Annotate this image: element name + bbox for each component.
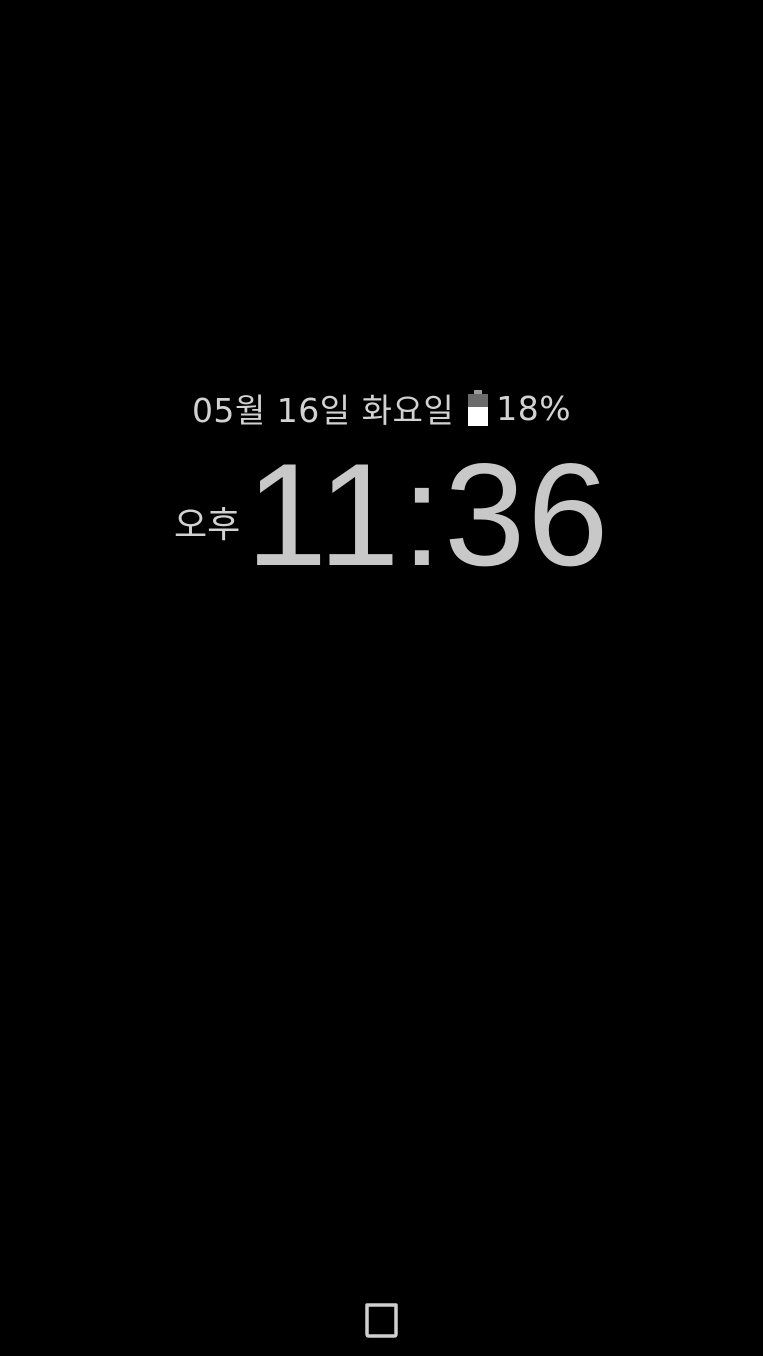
time-display: 11:36 — [246, 433, 611, 596]
date-label: 05월 16일 화요일 — [191, 391, 455, 430]
ampm-label: 오후 — [174, 505, 241, 546]
battery-percent: 18% — [496, 388, 572, 428]
home-button[interactable] — [363, 1302, 399, 1338]
date-battery-row: 05월 16일 화요일 18% — [0, 384, 763, 432]
battery-fill — [468, 406, 489, 426]
clock: 오후 11:36 — [0, 442, 763, 590]
battery-body — [468, 394, 489, 426]
home-square-icon — [365, 1303, 398, 1338]
battery-icon — [468, 390, 489, 426]
